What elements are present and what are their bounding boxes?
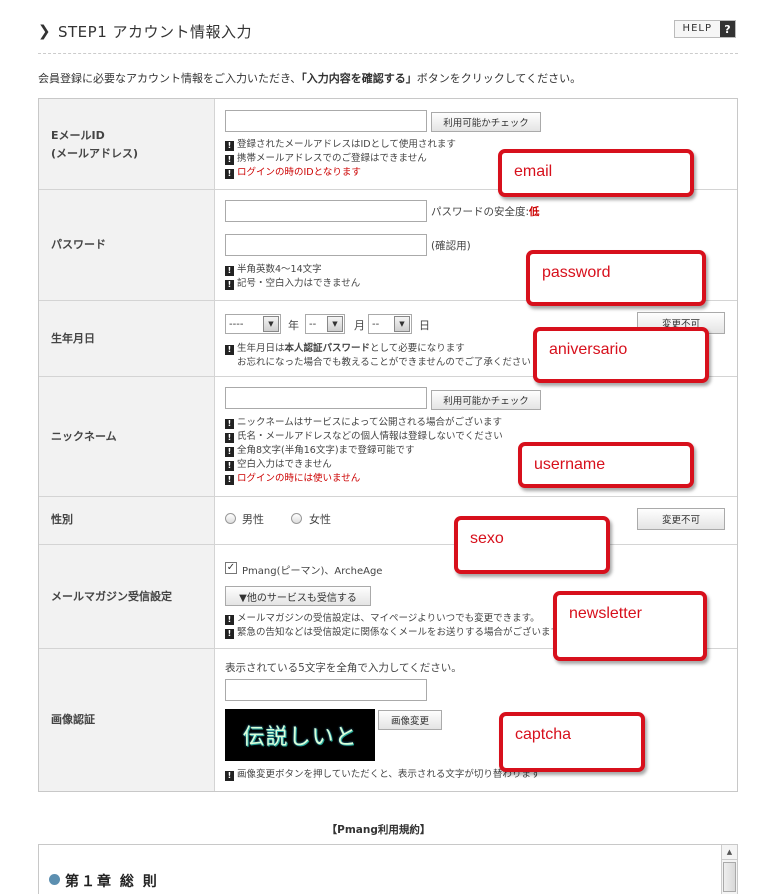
email-note: ! 携帯メールアドレスでのご登録はできません — [225, 152, 427, 166]
gender-change-button[interactable]: 変更不可 — [637, 508, 725, 530]
terms-scrollbar[interactable]: ▲ — [721, 845, 737, 894]
password-confirm-label: (確認用) — [431, 240, 471, 252]
gender-label-cell: 性別 — [39, 497, 215, 544]
nickname-label-cell: ニックネーム — [39, 377, 215, 496]
warning-icon: ! — [225, 615, 234, 625]
gender-label: 性別 — [51, 513, 73, 526]
day-unit: 日 — [419, 319, 430, 332]
question-icon: ? — [720, 21, 735, 37]
chevron-down-icon: ▼ — [327, 316, 343, 332]
annotation-username: username — [518, 442, 694, 488]
newsletter-note: ! メールマガジンの受信設定は、マイページよりいつでも変更できます。 — [225, 612, 540, 626]
warning-icon: ! — [225, 461, 234, 471]
warning-icon: ! — [225, 266, 234, 276]
chevron-right-icon: ❯ — [38, 22, 51, 40]
email-note: ! 登録されたメールアドレスはIDとして使用されます — [225, 138, 456, 152]
password-note: ! 記号・空白入力はできません — [225, 277, 360, 291]
annotation-birthday: aniversario — [533, 327, 709, 383]
male-radio[interactable] — [225, 513, 236, 524]
newsletter-note: ! 緊急の告知などは受信設定に関係なくメールをお送りする場合がございます — [225, 626, 560, 640]
nickname-input[interactable] — [225, 387, 427, 409]
female-radio[interactable] — [291, 513, 302, 524]
email-sublabel: (メールアドレス) — [51, 147, 139, 160]
nickname-label: ニックネーム — [51, 430, 117, 443]
male-label: 男性 — [242, 513, 264, 526]
birthday-label-cell: 生年月日 — [39, 301, 215, 376]
email-note: ! ログインの時のIDとなります — [225, 166, 361, 180]
nickname-note: ! 空白入力はできません — [225, 458, 332, 472]
help-label: HELP — [682, 23, 712, 34]
email-input[interactable] — [225, 110, 427, 132]
warning-icon: ! — [225, 345, 234, 355]
annotation-newsletter: newsletter — [553, 591, 707, 661]
terms-box[interactable]: 第１章 総 則 ▲ — [38, 844, 738, 894]
warning-icon: ! — [225, 280, 234, 290]
annotation-email: email — [498, 149, 694, 197]
warning-icon: ! — [225, 433, 234, 443]
password-label: パスワード — [51, 238, 106, 251]
chevron-down-icon: ▼ — [263, 316, 279, 332]
annotation-captcha: captcha — [499, 712, 645, 772]
page-header: ❯ STEP1 アカウント情報入力 HELP ? — [38, 18, 738, 54]
email-check-button[interactable]: 利用可能かチェック — [431, 112, 541, 132]
newsletter-label: メールマガジン受信設定 — [51, 590, 172, 603]
captcha-instruction: 表示されている5文字を全角で入力してください。 — [225, 662, 462, 674]
birth-month-select[interactable]: -- ▼ — [305, 314, 345, 334]
nickname-note: ! 氏名・メールアドレスなどの個人情報は登録しないでください — [225, 430, 503, 444]
email-label-cell: EメールID (メールアドレス) — [39, 99, 215, 189]
newsletter-label-cell: メールマガジン受信設定 — [39, 545, 215, 648]
captcha-change-button[interactable]: 画像変更 — [378, 710, 442, 730]
nickname-check-button[interactable]: 利用可能かチェック — [431, 390, 541, 410]
warning-icon: ! — [225, 629, 234, 639]
birth-year-select[interactable]: ---- ▼ — [225, 314, 281, 334]
warning-icon: ! — [225, 771, 234, 781]
password-note: ! 半角英数4〜14文字 — [225, 263, 322, 277]
month-unit: 月 — [354, 319, 365, 332]
warning-icon: ! — [225, 169, 234, 179]
year-unit: 年 — [288, 319, 299, 332]
warning-icon: ! — [225, 155, 234, 165]
warning-icon: ! — [225, 447, 234, 457]
birthday-note: ! 生年月日は本人認証パスワードとして必要になります — [225, 342, 465, 356]
email-label: EメールID — [51, 129, 105, 142]
terms-chapter: 第１章 総 則 — [65, 874, 159, 890]
birth-day-select[interactable]: -- ▼ — [368, 314, 412, 334]
warning-icon: ! — [225, 419, 234, 429]
nickname-note: ! ニックネームはサービスによって公開される場合がございます — [225, 416, 502, 430]
nickname-note: ! 全角8文字(半角16文字)まで登録可能です — [225, 444, 415, 458]
password-strength: パスワードの安全度:低 — [431, 206, 540, 218]
female-label: 女性 — [309, 513, 331, 526]
newsletter-checkbox-label: Pmang(ピーマン)、ArcheAge — [242, 566, 383, 577]
newsletter-checkbox[interactable]: ✓ — [225, 562, 237, 574]
captcha-label: 画像認証 — [51, 713, 95, 726]
annotation-password: password — [526, 250, 706, 306]
intro-text: 会員登録に必要なアカウント情報をご入力いただき、「入力内容を確認する」ボタンをク… — [38, 72, 582, 85]
scroll-up-icon[interactable]: ▲ — [722, 845, 737, 860]
page-title: STEP1 アカウント情報入力 — [58, 23, 253, 41]
captcha-note: ! 画像変更ボタンを押していただくと、表示される文字が切り替わります — [225, 768, 540, 782]
captcha-image: 伝説しいと — [225, 709, 375, 761]
other-services-button[interactable]: ▼他のサービスも受信する — [225, 586, 371, 606]
captcha-label-cell: 画像認証 — [39, 649, 215, 791]
nickname-note: ! ログインの時には使いません — [225, 472, 360, 486]
warning-icon: ! — [225, 141, 234, 151]
password-input[interactable] — [225, 200, 427, 222]
chevron-down-icon: ▼ — [394, 316, 410, 332]
password-confirm-input[interactable] — [225, 234, 427, 256]
birthday-note: お忘れになった場合でも教えることができませんのでご了承ください — [237, 357, 531, 368]
birthday-label: 生年月日 — [51, 332, 95, 345]
gender-row: 性別 男性 女性 変更不可 — [39, 497, 737, 545]
captcha-input[interactable] — [225, 679, 427, 701]
warning-icon: ! — [225, 475, 234, 485]
password-label-cell: パスワード — [39, 190, 215, 300]
terms-title: 【Pmang利用規約】 — [326, 824, 431, 836]
scroll-thumb[interactable] — [723, 862, 736, 892]
annotation-gender: sexo — [454, 516, 610, 574]
help-button[interactable]: HELP ? — [673, 20, 736, 38]
